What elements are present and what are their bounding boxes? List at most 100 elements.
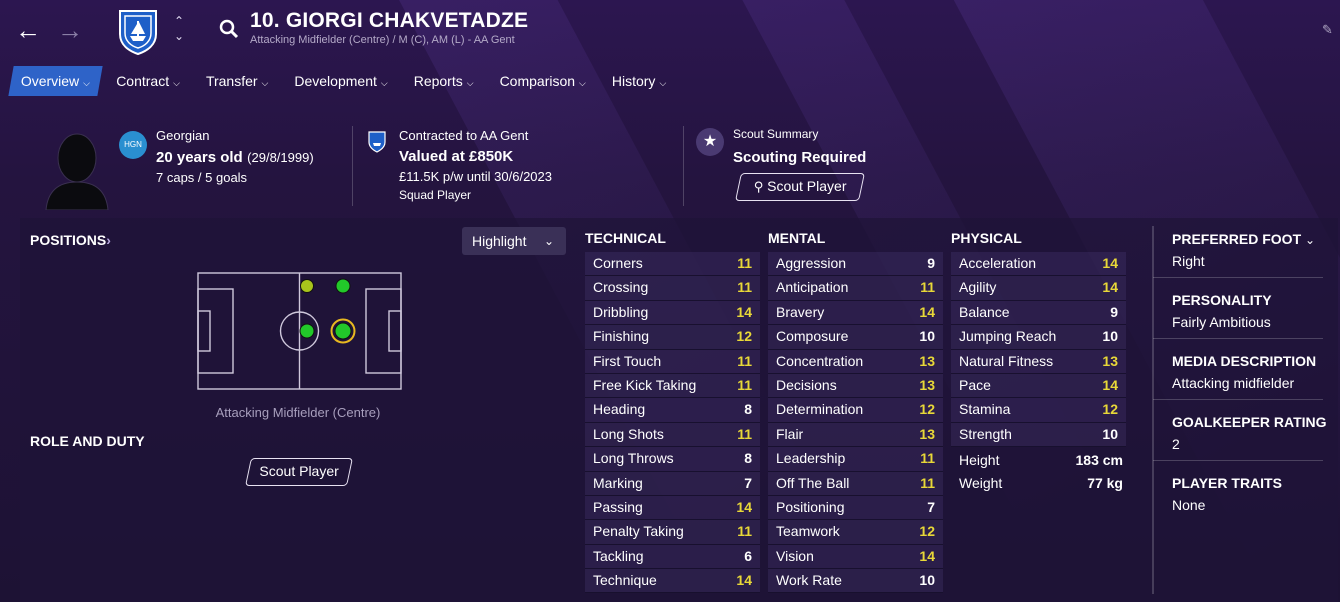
attr-row[interactable]: Passing 14 [585, 495, 760, 521]
tab-overview[interactable]: Overview ⌵ [8, 66, 103, 96]
caps-goals: 7 caps / 5 goals [156, 170, 248, 185]
attr-row[interactable]: Strength 10 [951, 422, 1126, 448]
attr-row[interactable]: Tackling 6 [585, 544, 760, 570]
attr-row[interactable]: Acceleration 14 [951, 252, 1126, 277]
attr-name: Pace [959, 376, 991, 393]
attr-row[interactable]: Free Kick Taking 11 [585, 373, 760, 399]
attr-row[interactable]: First Touch 11 [585, 349, 760, 374]
search-icon[interactable] [218, 18, 240, 40]
attr-row[interactable]: Dribbling 14 [585, 300, 760, 326]
weight-label: Weight [959, 475, 1003, 491]
attr-row[interactable]: Stamina 12 [951, 398, 1126, 423]
attr-value: 11 [920, 474, 935, 491]
club-crest-icon[interactable] [114, 8, 162, 56]
player-info-side: PREFERRED FOOT ⌄ Right PERSONALITY Fairl… [1153, 227, 1327, 521]
attr-value: 6 [744, 547, 752, 564]
attr-row[interactable]: Jumping Reach 10 [951, 325, 1126, 350]
preferred-foot-block[interactable]: PREFERRED FOOT ⌄ Right [1153, 227, 1323, 278]
attr-row[interactable]: Leadership 11 [768, 447, 943, 472]
attr-value: 13 [1102, 352, 1118, 369]
attr-value: 14 [1102, 279, 1118, 296]
attr-row[interactable]: Anticipation 11 [768, 276, 943, 301]
contract-club[interactable]: Contracted to AA Gent [399, 128, 528, 143]
nation-flag-icon[interactable]: HGN [119, 131, 147, 159]
forward-arrow-icon[interactable]: → [56, 16, 84, 44]
positions-label: POSITIONS [30, 232, 107, 248]
attr-value: 14 [736, 303, 752, 320]
personality-block: PERSONALITY Fairly Ambitious [1153, 278, 1323, 339]
attr-row[interactable]: Penalty Taking 11 [585, 520, 760, 545]
attr-row[interactable]: Marking 7 [585, 471, 760, 496]
attr-name: Natural Fitness [959, 352, 1054, 369]
scout-summary-label: Scout Summary [733, 127, 819, 141]
attr-name: Tackling [593, 547, 644, 564]
attr-value: 11 [737, 523, 752, 540]
position-dot-am-l [300, 279, 314, 293]
attr-value: 11 [737, 425, 752, 442]
chevron-down-icon[interactable]: ⌄ [1305, 233, 1315, 247]
attr-row[interactable]: Heading 8 [585, 398, 760, 423]
technical-list: Corners 11 Crossing 11 Dribbling 14 Finishi… [585, 252, 760, 594]
tab-comparison[interactable]: Comparison ⌵ [490, 66, 596, 96]
attr-row[interactable]: Bravery 14 [768, 300, 943, 326]
attr-value: 12 [736, 328, 752, 345]
tab-reports[interactable]: Reports ⌵ [404, 66, 484, 96]
attr-name: Composure [776, 328, 849, 345]
tab-development[interactable]: Development ⌵ [284, 66, 397, 96]
attr-row[interactable]: Agility 14 [951, 276, 1126, 301]
personality-title: PERSONALITY [1172, 292, 1272, 308]
age-line: 20 years old (29/8/1999) [156, 149, 314, 167]
weight-value: 77 kg [1087, 475, 1123, 491]
role-scout-player-button[interactable]: Scout Player [245, 458, 353, 486]
attr-row[interactable]: Determination 12 [768, 398, 943, 423]
back-arrow-icon[interactable]: ← [14, 16, 42, 44]
nationality[interactable]: Georgian [156, 128, 209, 143]
attr-row[interactable]: Work Rate 10 [768, 569, 943, 594]
attr-row[interactable]: Natural Fitness 13 [951, 349, 1126, 374]
top-bar: ← → ⌃ ⌄ 10. GIORGI CHAKVETADZE Attacking … [0, 0, 1340, 64]
player-traits-value: None [1172, 497, 1206, 513]
attr-row[interactable]: Teamwork 12 [768, 520, 943, 545]
attr-row[interactable]: Balance 9 [951, 300, 1126, 326]
physical-attributes: PHYSICAL Acceleration 14 Agility 14 Balanc… [951, 228, 1126, 448]
preferred-foot-title: PREFERRED FOOT [1172, 231, 1302, 247]
attr-row[interactable]: Positioning 7 [768, 495, 943, 521]
player-subtitle: Attacking Midfielder (Centre) / M (C), A… [250, 34, 515, 46]
up-down-chevron-icon[interactable]: ⌃ ⌄ [170, 14, 188, 48]
attr-row[interactable]: Pace 14 [951, 373, 1126, 399]
attr-row[interactable]: Finishing 12 [585, 325, 760, 350]
attr-row[interactable]: Aggression 9 [768, 252, 943, 277]
physical-list: Acceleration 14 Agility 14 Balance 9 Jumpin… [951, 252, 1126, 448]
mental-title: MENTAL [768, 230, 826, 246]
position-pitch [197, 272, 402, 390]
positions-title[interactable]: POSITIONS› [30, 232, 111, 248]
attr-row[interactable]: Concentration 13 [768, 349, 943, 374]
attr-row[interactable]: Long Throws 8 [585, 447, 760, 472]
attr-row[interactable]: Decisions 13 [768, 373, 943, 399]
star-icon: ★ [696, 128, 724, 156]
edit-icon[interactable]: ✎ [1322, 22, 1333, 38]
tab-label: Transfer [205, 73, 258, 89]
attr-row[interactable]: Technique 14 [585, 569, 760, 594]
attr-row[interactable]: Long Shots 11 [585, 422, 760, 448]
attr-row[interactable]: Off The Ball 11 [768, 471, 943, 496]
attr-value: 12 [1102, 401, 1118, 418]
tab-contract[interactable]: Contract ⌵ [106, 66, 190, 96]
chevron-down-icon: ⌵ [261, 78, 269, 88]
tab-transfer[interactable]: Transfer ⌵ [196, 66, 278, 96]
club-crest-small-icon[interactable] [367, 131, 387, 153]
attr-name: Determination [776, 401, 864, 418]
attr-row[interactable]: Flair 13 [768, 422, 943, 448]
attr-row[interactable]: Vision 14 [768, 544, 943, 570]
attr-row[interactable]: Crossing 11 [585, 276, 760, 301]
attr-value: 10 [1102, 328, 1118, 345]
tab-history[interactable]: History ⌵ [602, 66, 676, 96]
attr-name: Anticipation [776, 279, 849, 296]
attr-value: 13 [919, 352, 935, 369]
attr-name: Long Shots [593, 425, 664, 442]
attr-row[interactable]: Corners 11 [585, 252, 760, 277]
scout-player-button[interactable]: ⚲ Scout Player [735, 173, 865, 201]
tab-label: Reports [413, 73, 463, 89]
attr-row[interactable]: Composure 10 [768, 325, 943, 350]
highlight-dropdown[interactable]: Highlight ⌄ [462, 227, 566, 255]
